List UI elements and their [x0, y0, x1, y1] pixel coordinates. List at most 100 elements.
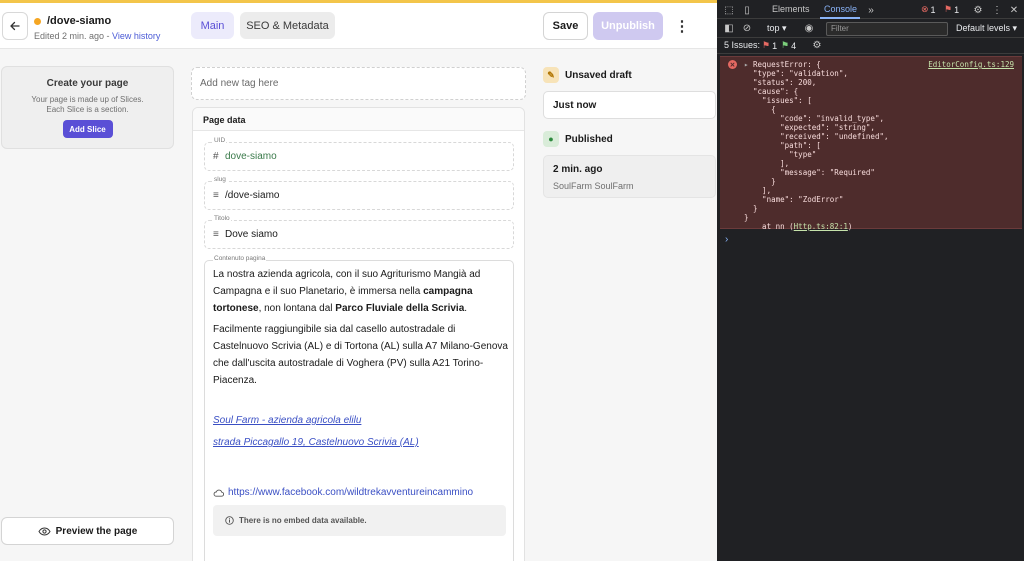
- error-stack-end: ): [847, 222, 853, 231]
- preview-page-label: Preview the page: [55, 525, 138, 537]
- unsaved-draft-card: Just now: [543, 91, 716, 119]
- inspect-element-icon[interactable]: ⬚: [723, 4, 735, 16]
- console-filter-input[interactable]: Filter: [826, 22, 948, 36]
- console-error-entry[interactable]: ✕ EditorConfig.ts:129 ▸ RequestError: { …: [720, 56, 1022, 231]
- embed-url[interactable]: https://www.facebook.com/wildtrekavventu…: [213, 487, 473, 498]
- embed-url-text: https://www.facebook.com/wildtrekavventu…: [228, 487, 474, 498]
- error-count-badge[interactable]: ⊗ 1: [921, 4, 936, 15]
- create-page-card: Create your page Your page is made up of…: [1, 66, 174, 149]
- issue-flag-icon: ⚑: [781, 40, 790, 50]
- log-levels-select[interactable]: Default levels ▾: [956, 23, 1017, 34]
- content-paragraph-1: La nostra azienda agricola, con il suo A…: [213, 266, 511, 317]
- issue-count-badge[interactable]: ⚑ 1: [944, 4, 959, 15]
- document-header: /dove-siamo Edited 2 min. ago - View his…: [0, 3, 717, 49]
- sidebar-toggle-icon[interactable]: ◧: [723, 22, 735, 34]
- tab-seo-metadata[interactable]: SEO & Metadata: [240, 12, 335, 39]
- more-tabs-icon[interactable]: »: [865, 4, 877, 16]
- uid-field[interactable]: UID # dove-siamo: [204, 137, 514, 171]
- issues-bar: 5 Issues: ⚑ 1 ⚑ 4 ⚙: [717, 37, 1024, 54]
- published-row: ● Published: [543, 131, 613, 147]
- slug-value: /dove-siamo: [225, 190, 280, 201]
- content-paragraph-2: Facilmente raggiungibile sia dal casello…: [213, 324, 508, 386]
- published-time: 2 min. ago: [553, 164, 603, 175]
- pencil-icon: ✎: [543, 67, 559, 83]
- document-subtitle: Edited 2 min. ago - View history: [34, 31, 160, 41]
- unpublish-button[interactable]: Unpublish: [593, 12, 663, 40]
- create-page-desc-line2: Each Slice is a section.: [46, 105, 129, 114]
- titolo-label: Titolo: [213, 215, 231, 222]
- hash-icon: #: [213, 151, 219, 162]
- embed-empty-text: There is no embed data available.: [239, 516, 367, 525]
- error-message: ▸ RequestError: { "type": "validation", …: [744, 60, 889, 231]
- cms-app: /dove-siamo Edited 2 min. ago - View his…: [0, 0, 717, 561]
- create-page-desc-line1: Your page is made up of Slices.: [31, 95, 144, 104]
- issue-flag-icon: ⚑: [944, 4, 953, 14]
- subtitle-separator: -: [104, 31, 113, 41]
- eye-icon: [38, 526, 51, 536]
- published-label: Published: [565, 133, 613, 145]
- uid-value: dove-siamo: [225, 151, 277, 162]
- slug-label: slug: [213, 176, 227, 183]
- issue-flag-icon: ⚑: [762, 40, 771, 50]
- edited-time: Edited 2 min. ago: [34, 31, 105, 41]
- content-link-address[interactable]: strada Piccagallo 19, Castelnuovo Scrivi…: [213, 437, 419, 448]
- add-slice-button[interactable]: Add Slice: [62, 120, 113, 138]
- embed-empty-notice: There is no embed data available.: [213, 505, 506, 536]
- document-title: /dove-siamo: [47, 15, 112, 27]
- issues-green-count: 4: [791, 40, 797, 51]
- expand-triangle-icon[interactable]: ▸: [744, 60, 753, 69]
- eye-icon[interactable]: ◉: [803, 22, 815, 34]
- device-toolbar-icon[interactable]: ▯: [741, 4, 753, 16]
- log-levels-value: Default levels: [956, 23, 1011, 33]
- page-data-title: Page data: [193, 108, 524, 131]
- tab-console[interactable]: Console: [824, 4, 857, 14]
- published-by: SoulFarm SoulFarm: [553, 181, 634, 191]
- p1-text-c: , non lontana dal: [258, 303, 336, 314]
- error-count: 1: [930, 4, 936, 15]
- error-stack-link[interactable]: Http.ts:82:1: [794, 222, 848, 231]
- clear-console-icon[interactable]: ⊘: [741, 22, 753, 34]
- titolo-field[interactable]: Titolo ≡ Dove siamo: [204, 215, 514, 249]
- devtools-tabbar: ⬚ ▯ Elements Console » ⊗ 1 ⚑ 1 ⚙ ⋮ ✕: [717, 0, 1024, 19]
- content-rich-text[interactable]: Contenuto pagina La nostra azienda agric…: [204, 255, 514, 561]
- kebab-menu-icon[interactable]: ⋮: [991, 4, 1003, 16]
- p1-bold-parco: Parco Fluviale della Scrivia: [335, 303, 465, 314]
- text-lines-icon: ≡: [213, 190, 219, 201]
- draft-status-dot: [34, 18, 41, 25]
- published-card: 2 min. ago SoulFarm SoulFarm: [543, 155, 716, 198]
- arrow-left-icon: [10, 21, 20, 31]
- error-source-link[interactable]: EditorConfig.ts:129: [928, 60, 1014, 69]
- save-button[interactable]: Save: [543, 12, 588, 40]
- issues-red-badge[interactable]: ⚑ 1: [762, 40, 777, 51]
- create-page-description: Your page is made up of Slices. Each Sli…: [2, 95, 173, 115]
- close-icon[interactable]: ✕: [1008, 4, 1020, 16]
- error-text: RequestError: { "type": "validation", "s…: [744, 60, 889, 231]
- tag-input[interactable]: Add new tag here: [191, 67, 526, 100]
- gear-icon[interactable]: ⚙: [811, 39, 823, 51]
- issues-label[interactable]: 5 Issues:: [724, 40, 760, 50]
- console-prompt-icon[interactable]: ›: [725, 234, 728, 245]
- titolo-value: Dove siamo: [225, 229, 278, 240]
- gear-icon[interactable]: ⚙: [972, 4, 984, 16]
- content-link-soul-farm[interactable]: Soul Farm - azienda agricola elilu: [213, 415, 361, 426]
- context-select[interactable]: top ▾: [767, 23, 787, 34]
- more-options-icon[interactable]: ⋮: [672, 15, 692, 37]
- unsaved-draft-time: Just now: [553, 100, 597, 111]
- page-data-panel: Page data UID # dove-siamo slug ≡ /dove-…: [192, 107, 525, 561]
- p1-text-e: .: [464, 303, 468, 314]
- slug-field[interactable]: slug ≡ /dove-siamo: [204, 176, 514, 210]
- preview-page-button[interactable]: Preview the page: [1, 517, 174, 545]
- unsaved-draft-label: Unsaved draft: [565, 69, 632, 81]
- text-lines-icon: ≡: [213, 229, 219, 240]
- unsaved-draft-row: ✎ Unsaved draft: [543, 67, 632, 83]
- tab-elements[interactable]: Elements: [772, 4, 810, 14]
- error-circle-icon: ⊗: [921, 4, 929, 14]
- content-label: Contenuto pagina: [213, 255, 267, 262]
- devtools-panel: ⬚ ▯ Elements Console » ⊗ 1 ⚑ 1 ⚙ ⋮ ✕ ◧ ⊘ t…: [717, 0, 1024, 561]
- create-page-title: Create your page: [46, 78, 129, 89]
- view-history-link[interactable]: View history: [112, 31, 160, 41]
- tab-main[interactable]: Main: [191, 12, 234, 39]
- issues-green-badge[interactable]: ⚑ 4: [781, 40, 796, 51]
- back-button[interactable]: [2, 12, 28, 40]
- uid-label: UID: [213, 137, 227, 144]
